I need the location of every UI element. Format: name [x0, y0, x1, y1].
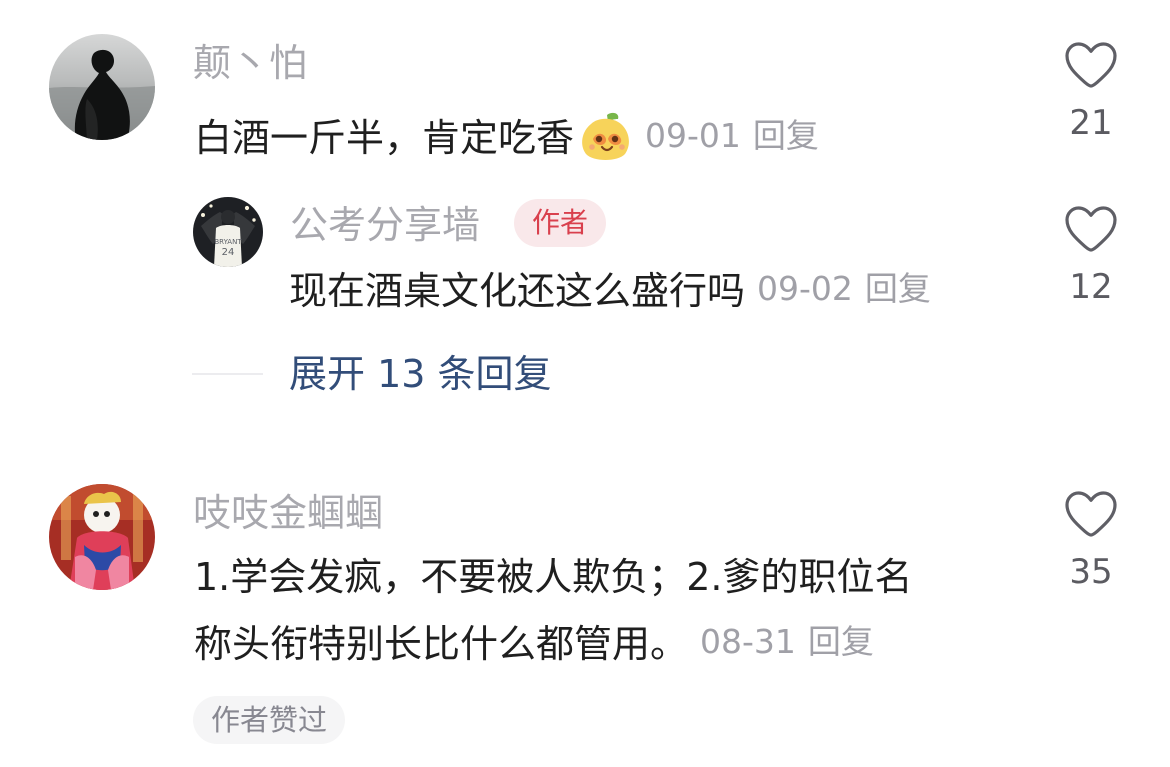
expand-replies-button[interactable]: 展开 13 条回复 — [289, 355, 552, 393]
like-button[interactable]: 21 — [1056, 41, 1126, 140]
heart-outline-icon — [1065, 206, 1117, 252]
reply-button[interactable]: 回复 — [753, 116, 819, 155]
comment-text-line-1: 1.学会发疯，不要被人欺负；2.爹的职位名 — [194, 555, 913, 599]
heart-outline-icon — [1065, 491, 1117, 537]
comment-username[interactable]: 颠丶怕 — [193, 44, 307, 82]
comment-thread: 颠丶怕 白酒一斤半，肯定吃香 09-01 回复 21 BRYANT 24 公考分… — [0, 0, 1170, 767]
like-count: 21 — [1069, 103, 1113, 143]
like-count: 35 — [1069, 552, 1113, 592]
author-avatar[interactable]: BRYANT 24 — [193, 197, 263, 267]
reply-date: 09-02 — [757, 269, 853, 308]
reply-text-line: 现在酒桌文化还这么盛行吗 09-02 回复 — [289, 272, 931, 310]
reply-text: 现在酒桌文化还这么盛行吗 — [289, 269, 746, 313]
like-button[interactable]: 35 — [1056, 490, 1126, 589]
svg-text:24: 24 — [222, 247, 235, 258]
svg-text:BRYANT: BRYANT — [214, 238, 242, 246]
reply-like-count: 12 — [1069, 267, 1113, 307]
comment-text-line: 白酒一斤半，肯定吃香 09-01 回复 — [194, 110, 819, 164]
heart-outline-icon — [1065, 42, 1117, 88]
user-avatar-dianpa[interactable] — [49, 34, 155, 140]
comment-text-line-2: 称头衔特别长比什么都管用。 08-31 回复 — [194, 625, 874, 663]
comment-username[interactable]: 吱吱金蝈蝈 — [193, 494, 383, 532]
comment-text: 白酒一斤半，肯定吃香 — [194, 116, 575, 160]
reply-button[interactable]: 回复 — [808, 622, 874, 661]
comment-date: 08-31 — [700, 622, 796, 661]
user-avatar-zhizhi-jinguoguo[interactable] — [49, 484, 155, 590]
author-liked-badge: 作者赞过 — [193, 696, 346, 744]
author-badge: 作者 — [514, 199, 607, 247]
comment-date: 09-01 — [645, 116, 741, 155]
reply-like-button[interactable]: 12 — [1056, 205, 1126, 304]
smiling-bun-emoji — [578, 110, 633, 164]
reply-to-reply-button[interactable]: 回复 — [865, 269, 931, 308]
expand-replies-divider — [192, 373, 263, 375]
reply-username[interactable]: 公考分享墙 — [290, 206, 480, 244]
comment-text-continuation: 称头衔特别长比什么都管用。 — [194, 622, 689, 666]
